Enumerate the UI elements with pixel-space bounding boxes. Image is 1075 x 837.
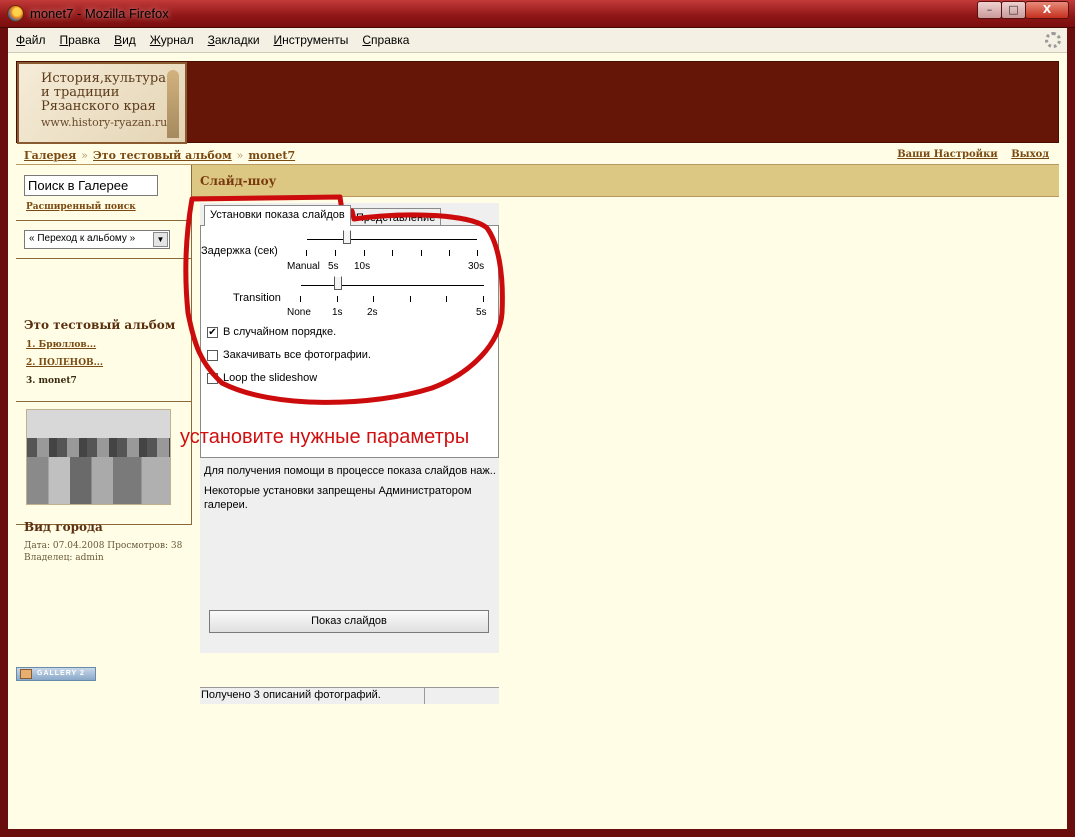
menu-tools[interactable]: Инструменты xyxy=(274,33,349,47)
transition-label: Transition xyxy=(233,292,281,304)
gallery-icon xyxy=(20,669,32,679)
album-list: 1. Брюллов... 2. ПОЛЕНОВ... 3. monet7 xyxy=(26,340,103,394)
preload-all-label: Закачивать все фотографии. xyxy=(223,349,371,361)
search-input[interactable] xyxy=(24,175,158,196)
delay-label: Задержка (сек) xyxy=(201,245,278,257)
settings-panel: Задержка (сек) Manual 5s 10s 30s Transit… xyxy=(200,225,499,458)
tick xyxy=(337,296,338,302)
menu-history[interactable]: Журнал xyxy=(150,33,194,47)
throbber-icon xyxy=(1045,32,1061,48)
transition-slider-track[interactable] xyxy=(301,285,484,286)
annotation-text: установите нужные параметры xyxy=(180,426,470,448)
photo-thumbnail[interactable] xyxy=(26,409,171,505)
transition-tick-5s: 5s xyxy=(476,307,487,318)
gallery2-badge[interactable]: GALLERY 2 xyxy=(16,667,96,681)
delay-tick-10s: 10s xyxy=(354,261,371,272)
tick xyxy=(477,250,478,256)
photo-title: Вид города xyxy=(24,520,103,534)
divider xyxy=(16,401,192,402)
logo-url: www.history-ryazan.ru xyxy=(41,116,168,129)
church-icon xyxy=(167,70,179,138)
tick xyxy=(364,250,365,256)
web-page: История,культура и традиции Рязанского к… xyxy=(8,53,1067,829)
transition-tick-none: None xyxy=(287,307,311,318)
loop-slideshow-checkbox[interactable] xyxy=(207,373,218,384)
menu-bar: Файл Правка Вид Журнал Закладки Инструме… xyxy=(8,28,1067,53)
menu-file[interactable]: Файл xyxy=(16,33,46,47)
section-title: Слайд-шоу xyxy=(200,174,277,188)
gallery2-badge-label: GALLERY 2 xyxy=(37,670,85,677)
tick xyxy=(335,250,336,256)
delay-slider-track[interactable] xyxy=(307,239,477,240)
delay-tick-30s: 30s xyxy=(468,261,485,272)
menu-bookmarks[interactable]: Закладки xyxy=(208,33,260,47)
window-titlebar: monet7 - Mozilla Firefox – □ X xyxy=(0,0,1075,28)
site-logo[interactable]: История,культура и традиции Рязанского к… xyxy=(17,62,187,144)
divider xyxy=(16,220,192,221)
applet-statusbar: Получено 3 описаний фотографий. xyxy=(200,687,499,704)
firefox-icon xyxy=(7,5,24,22)
breadcrumb: Галерея » Это тестовый альбом » monet7 xyxy=(24,149,295,162)
tab-slideshow-settings[interactable]: Установки показа слайдов xyxy=(204,205,351,226)
transition-tick-2s: 2s xyxy=(367,307,378,318)
delay-tick-5s: 5s xyxy=(328,261,339,272)
minimize-button[interactable]: – xyxy=(977,1,1002,19)
tick xyxy=(392,250,393,256)
close-button[interactable]: X xyxy=(1025,1,1069,19)
jump-select-value: « Переход к альбому » xyxy=(29,233,136,244)
site-header: История,культура и традиции Рязанского к… xyxy=(16,61,1059,144)
settings-link[interactable]: Ваши Настройки xyxy=(897,149,998,160)
user-links: Ваши Настройки Выход xyxy=(887,149,1049,160)
tick xyxy=(306,250,307,256)
breadcrumb-gallery[interactable]: Галерея xyxy=(24,149,76,162)
menu-view[interactable]: Вид xyxy=(114,33,136,47)
tick xyxy=(449,250,450,256)
transition-tick-1s: 1s xyxy=(332,307,343,318)
advanced-search-link[interactable]: Расширенный поиск xyxy=(26,202,136,212)
album-item-1[interactable]: 1. Брюллов... xyxy=(26,340,96,350)
loop-slideshow-label: Loop the slideshow xyxy=(223,372,318,384)
breadcrumb-sep: » xyxy=(236,149,244,162)
window-controls: – □ X xyxy=(977,1,1069,19)
breadcrumb-album[interactable]: Это тестовый альбом xyxy=(93,149,232,162)
delay-slider-handle[interactable] xyxy=(343,230,351,244)
tick xyxy=(373,296,374,302)
divider xyxy=(16,258,192,259)
delay-tick-manual: Manual xyxy=(287,261,320,272)
tick xyxy=(446,296,447,302)
tick xyxy=(410,296,411,302)
tick xyxy=(421,250,422,256)
sidebar: Расширенный поиск « Переход к альбому » … xyxy=(16,165,192,563)
album-title: Это тестовый альбом xyxy=(24,318,176,332)
menu-help[interactable]: Справка xyxy=(362,33,409,47)
photo-date: Дата: 07.04.2008 Просмотров: 38 xyxy=(24,541,183,551)
tick xyxy=(483,296,484,302)
album-item-current: 3. monet7 xyxy=(26,376,77,386)
section-heading: Слайд-шоу xyxy=(192,165,1059,197)
menu-edit[interactable]: Правка xyxy=(60,33,101,47)
breadcrumb-sep: » xyxy=(81,149,89,162)
breadcrumb-current[interactable]: monet7 xyxy=(248,149,295,162)
status-text: Получено 3 описаний фотографий. xyxy=(200,688,425,704)
chevron-down-icon[interactable]: ▼ xyxy=(153,232,168,247)
random-order-label: В случайном порядке. xyxy=(223,326,337,338)
preload-all-checkbox[interactable] xyxy=(207,350,218,361)
window-title: monet7 - Mozilla Firefox xyxy=(30,6,169,21)
transition-slider-handle[interactable] xyxy=(334,276,342,290)
random-order-checkbox[interactable]: ✔ xyxy=(207,327,218,338)
logo-title: История,культура и традиции Рязанского к… xyxy=(41,71,166,114)
maximize-button[interactable]: □ xyxy=(1001,1,1026,19)
album-item-2[interactable]: 2. ПОЛЕНОВ... xyxy=(26,358,103,368)
tick xyxy=(300,296,301,302)
photo-owner: Владелец: admin xyxy=(24,553,104,563)
restricted-text: Некоторые установки запрещены Администра… xyxy=(204,485,472,511)
logout-link[interactable]: Выход xyxy=(1011,149,1049,160)
photo-meta: Дата: 07.04.2008 Просмотров: 38 Владелец… xyxy=(24,540,182,564)
jump-to-album-select[interactable]: « Переход к альбому » ▼ xyxy=(24,230,170,249)
help-text: Для получения помощи в процессе показа с… xyxy=(204,465,496,477)
start-slideshow-button[interactable]: Показ слайдов xyxy=(209,610,489,633)
